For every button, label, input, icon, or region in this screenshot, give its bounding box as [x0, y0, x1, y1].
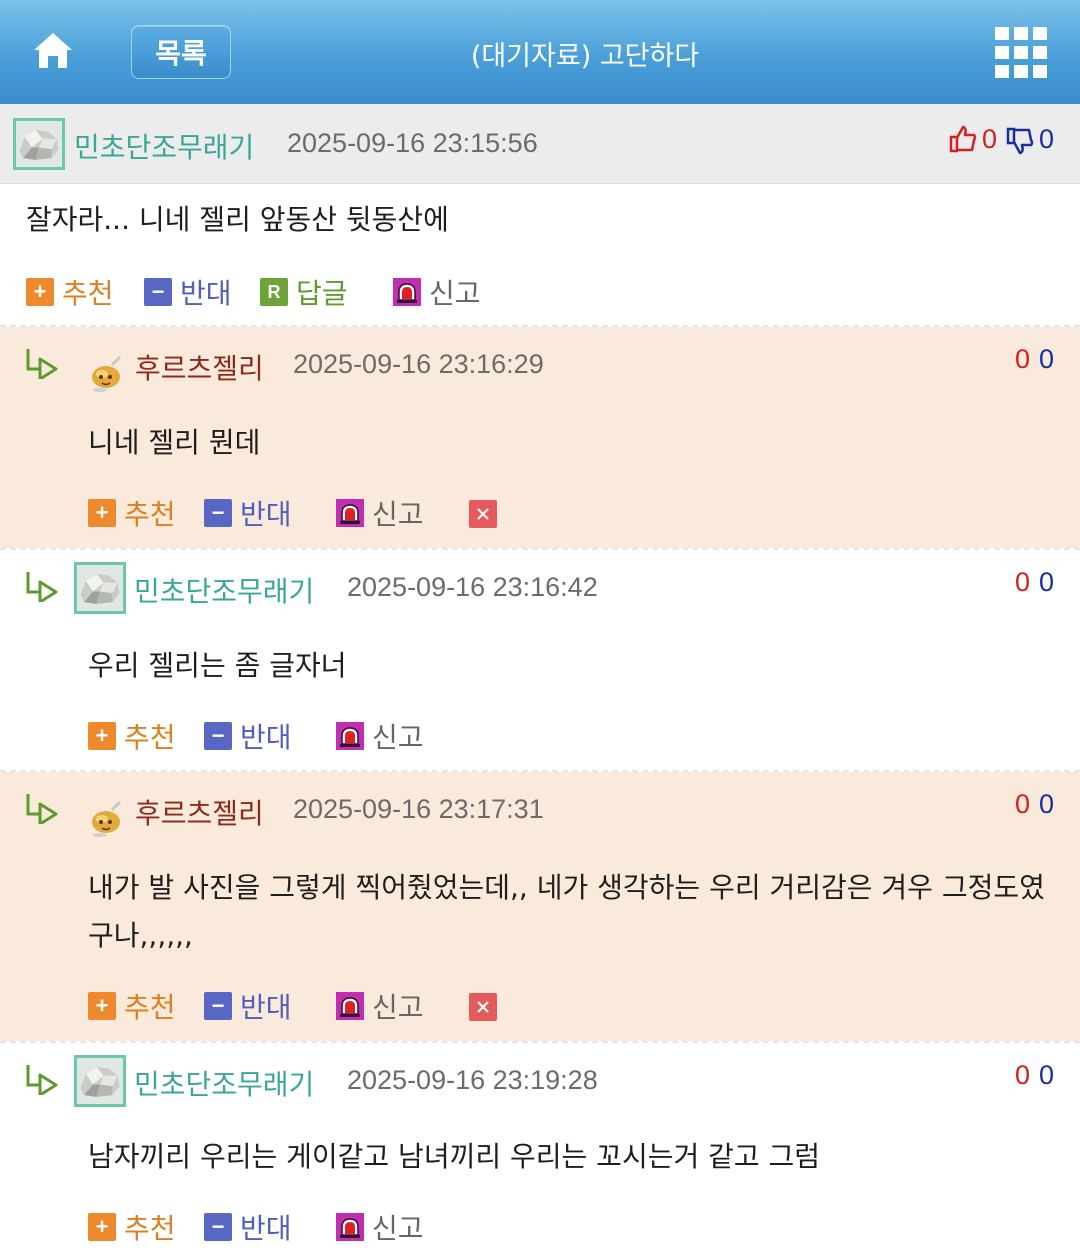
downvote-count[interactable]: 0	[1039, 567, 1054, 598]
minus-icon: −	[204, 499, 232, 527]
grid-menu-icon[interactable]	[995, 27, 1049, 79]
recommend-label: 추천	[124, 721, 176, 754]
oppose-label: 반대	[240, 498, 292, 531]
recommend-button[interactable]: + 추천	[88, 493, 176, 533]
report-button[interactable]: 신고	[336, 1207, 424, 1247]
reply-arrow-icon	[24, 792, 60, 824]
comment-content: 우리 젤리는 좀 글자너	[88, 649, 347, 682]
upvote-count[interactable]: 0	[1015, 344, 1030, 375]
comment-content: 남자끼리 우리는 게이같고 남녀끼리 우리는 꼬시는거 같고 그럼	[88, 1140, 821, 1173]
report-label: 신고	[429, 277, 481, 310]
comment-item: 후르츠젤리 2025-09-16 23:16:29 0 0 니네 젤리 뭔데 +…	[0, 327, 1080, 548]
comment-datetime: 2025-09-16 23:17:31	[293, 794, 544, 824]
plus-icon: +	[88, 499, 116, 527]
recommend-label: 추천	[62, 277, 114, 310]
oppose-button[interactable]: − 반대	[204, 493, 292, 533]
oppose-button[interactable]: − 반대	[204, 716, 292, 756]
reply-label: 답글	[296, 277, 348, 310]
downvote-count[interactable]: 0	[1039, 789, 1054, 820]
downvote-count[interactable]: 0	[1039, 1060, 1054, 1091]
reply-button[interactable]: R 답글	[260, 272, 348, 312]
plus-icon: +	[88, 722, 116, 750]
oppose-label: 반대	[240, 991, 292, 1024]
page-title: (대기자료) 고단하다	[470, 41, 700, 72]
close-icon[interactable]	[469, 500, 497, 528]
oppose-label: 반대	[180, 277, 232, 310]
siren-icon	[393, 278, 421, 306]
downvote-count: 0	[1039, 124, 1055, 154]
upvote-count[interactable]: 0	[1015, 567, 1030, 598]
minus-icon: −	[204, 722, 232, 750]
reply-arrow-icon	[24, 347, 60, 379]
thumbs-up-icon[interactable]	[948, 124, 978, 154]
top-navigation-bar: 목록 (대기자료) 고단하다	[0, 0, 1080, 104]
reply-arrow-icon	[24, 1063, 60, 1095]
minus-icon: −	[204, 992, 232, 1020]
recommend-label: 추천	[124, 498, 176, 531]
recommend-button[interactable]: + 추천	[88, 1207, 176, 1247]
report-label: 신고	[372, 1212, 424, 1245]
upvote-count: 0	[982, 124, 998, 154]
thumbs-down-icon[interactable]	[1005, 126, 1035, 156]
post-header: 민초단조무래기 2025-09-16 23:15:56 0 0	[0, 104, 1080, 184]
siren-icon	[336, 499, 364, 527]
recommend-label: 추천	[124, 991, 176, 1024]
author-name[interactable]: 민초단조무래기	[134, 1063, 314, 1103]
recommend-button[interactable]: + 추천	[88, 986, 176, 1026]
comment-content: 니네 젤리 뭔데	[88, 426, 261, 459]
comment-item: 민초단조무래기 2025-09-16 23:16:42 0 0 우리 젤리는 좀…	[0, 550, 1080, 770]
post-content: 잘자라... 니네 젤리 앞동산 뒷동산에	[26, 203, 449, 236]
comment-datetime: 2025-09-16 23:16:29	[293, 349, 544, 379]
plus-icon: +	[88, 1213, 116, 1241]
upvote-count[interactable]: 0	[1015, 1060, 1030, 1091]
post-datetime: 2025-09-16 23:15:56	[287, 128, 538, 158]
comment-content: 내가 발 사진을 그렇게 찍어줬었는데,, 네가 생각하는 우리 거리감은 겨우…	[88, 871, 1045, 952]
report-label: 신고	[372, 721, 424, 754]
recommend-label: 추천	[124, 1212, 176, 1245]
author-name[interactable]: 민초단조무래기	[74, 126, 254, 166]
comment-item: 후르츠젤리 2025-09-16 23:17:31 0 0 내가 발 사진을 그…	[0, 772, 1080, 1041]
report-button[interactable]: 신고	[336, 716, 424, 756]
oppose-button[interactable]: − 반대	[204, 986, 292, 1026]
siren-icon	[336, 1213, 364, 1241]
author-name[interactable]: 후르츠젤리	[135, 792, 264, 832]
reply-arrow-icon	[24, 570, 60, 602]
comment-datetime: 2025-09-16 23:19:28	[347, 1065, 598, 1095]
author-name[interactable]: 후르츠젤리	[135, 347, 264, 387]
plus-icon: +	[26, 278, 54, 306]
report-button[interactable]: 신고	[336, 986, 424, 1026]
recommend-button[interactable]: + 추천	[88, 716, 176, 756]
minus-icon: −	[144, 278, 172, 306]
siren-icon	[336, 992, 364, 1020]
avatar[interactable]	[74, 1055, 126, 1107]
report-label: 신고	[372, 498, 424, 531]
author-name[interactable]: 민초단조무래기	[134, 570, 314, 610]
close-icon[interactable]	[469, 993, 497, 1021]
report-label: 신고	[372, 991, 424, 1024]
avatar[interactable]	[84, 794, 128, 838]
oppose-button[interactable]: − 반대	[144, 272, 232, 312]
oppose-label: 반대	[240, 721, 292, 754]
comment-datetime: 2025-09-16 23:16:42	[347, 572, 598, 602]
upvote-count[interactable]: 0	[1015, 789, 1030, 820]
minus-icon: −	[204, 1213, 232, 1241]
comment-item: 민초단조무래기 2025-09-16 23:19:28 0 0 남자끼리 우리는…	[0, 1043, 1080, 1256]
reply-icon: R	[260, 278, 288, 306]
report-button[interactable]: 신고	[336, 493, 424, 533]
downvote-count[interactable]: 0	[1039, 344, 1054, 375]
oppose-label: 반대	[240, 1212, 292, 1245]
avatar[interactable]	[13, 118, 65, 170]
report-button[interactable]: 신고	[393, 272, 481, 312]
oppose-button[interactable]: − 반대	[204, 1207, 292, 1247]
avatar[interactable]	[74, 562, 126, 614]
plus-icon: +	[88, 992, 116, 1020]
siren-icon	[336, 722, 364, 750]
recommend-button[interactable]: + 추천	[26, 272, 114, 312]
avatar[interactable]	[84, 349, 128, 393]
